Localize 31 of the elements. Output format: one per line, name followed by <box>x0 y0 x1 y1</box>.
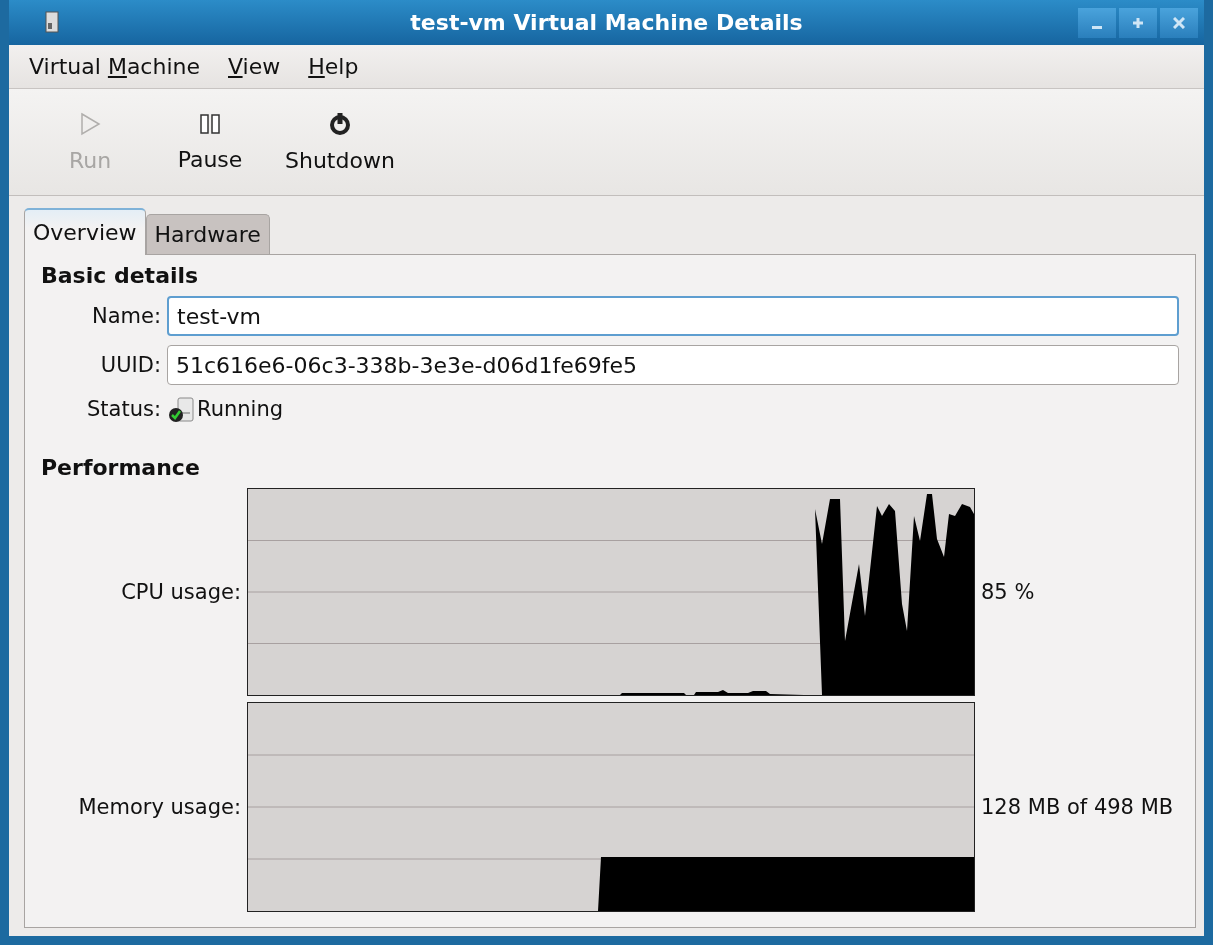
field-label: Name: <box>90 304 161 328</box>
usage-reading: 85 % <box>981 580 1035 604</box>
tab[interactable]: Overview <box>24 208 146 255</box>
maximize-button[interactable] <box>1119 8 1157 38</box>
minimize-button[interactable] <box>1078 8 1116 38</box>
menu-item[interactable]: View <box>218 50 291 83</box>
computer-icon <box>45 11 59 33</box>
uuid-field[interactable]: 51c616e6-06c3-338b-3e3e-d06d1fe69fe5 <box>167 345 1179 385</box>
close-icon <box>1173 17 1185 29</box>
running-status-icon <box>167 394 197 424</box>
plus-icon <box>1132 17 1144 29</box>
name-field[interactable]: test-vm <box>167 296 1179 336</box>
usage-reading: 128 MB of 498 MB <box>981 795 1174 819</box>
field-label: Status: <box>86 397 161 421</box>
graph-label: Memory usage: <box>77 795 241 819</box>
window-title: test-vm Virtual Machine Details <box>410 10 803 35</box>
graph-label: CPU usage: <box>120 580 241 604</box>
minimize-icon <box>1092 25 1102 29</box>
play-icon <box>79 111 101 136</box>
pause-icon <box>199 112 221 135</box>
section-heading: Basic details <box>41 263 200 288</box>
close-button[interactable] <box>1160 8 1198 38</box>
shutdown-button[interactable]: Shutdown <box>277 105 403 179</box>
section-heading: Performance <box>41 455 201 480</box>
power-icon <box>327 111 352 136</box>
status-text: Running <box>197 397 284 421</box>
menu-item[interactable]: Virtual Machine <box>19 50 210 83</box>
field-label: UUID: <box>99 353 161 377</box>
tab[interactable]: Hardware <box>145 214 270 254</box>
menu-item[interactable]: Help <box>298 50 369 83</box>
pause-button[interactable]: Pause <box>165 106 255 178</box>
